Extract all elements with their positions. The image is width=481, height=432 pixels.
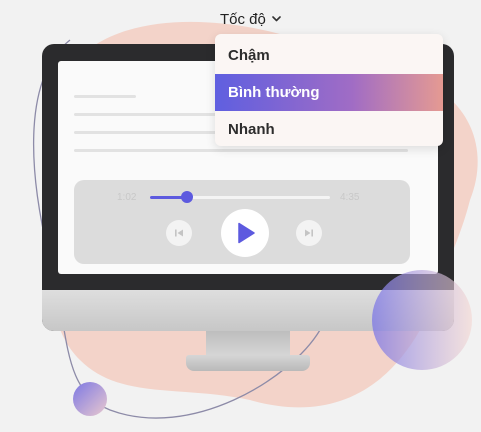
speed-option-normal[interactable]: Bình thường bbox=[215, 74, 443, 111]
chevron-down-icon bbox=[272, 16, 281, 22]
speed-label: Tốc độ bbox=[220, 10, 266, 28]
speed-option-fast[interactable]: Nhanh bbox=[215, 111, 443, 146]
speed-dropdown-toggle[interactable]: Tốc độ bbox=[220, 8, 281, 30]
gradient-bubble bbox=[372, 270, 472, 370]
speed-menu: Chậm Bình thường Nhanh bbox=[215, 34, 443, 146]
speed-option-slow[interactable]: Chậm bbox=[215, 37, 443, 74]
